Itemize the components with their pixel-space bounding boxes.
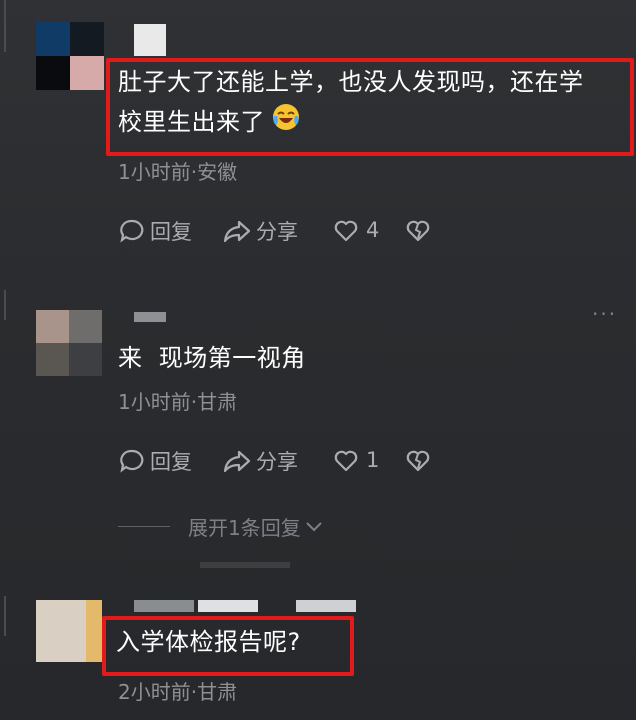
- share-icon: [222, 217, 252, 245]
- comment-bubble-icon: [118, 217, 146, 245]
- comment-text: 来 现场第一视角: [118, 344, 306, 372]
- chevron-down-icon: [305, 515, 323, 539]
- share-label: 分享: [256, 220, 298, 244]
- like-count: 1: [366, 448, 380, 472]
- like-count: 4: [366, 218, 380, 242]
- expand-replies-button[interactable]: 展开1条回复: [118, 512, 323, 541]
- dislike-button[interactable]: [404, 446, 432, 474]
- share-button[interactable]: 分享: [222, 216, 298, 246]
- avatar[interactable]: [36, 600, 102, 662]
- dislike-button[interactable]: [404, 216, 432, 244]
- username-blurred[interactable]: [134, 24, 166, 56]
- thread-indicator-bar: [4, 0, 6, 52]
- avatar[interactable]: [36, 310, 102, 376]
- username-blurred[interactable]: [134, 600, 194, 612]
- reply-label: 回复: [150, 450, 192, 474]
- comment-meta: 1小时前·安徽: [118, 160, 238, 184]
- share-button[interactable]: 分享: [222, 446, 298, 476]
- like-button[interactable]: 1: [332, 446, 379, 474]
- comment-meta: 2小时前·甘肃: [118, 680, 238, 704]
- expand-replies-label: 展开1条回复: [188, 516, 301, 540]
- comment-meta: 1小时前·甘肃: [118, 390, 238, 414]
- more-options-icon[interactable]: ···: [592, 302, 617, 326]
- thread-indicator-bar: [4, 290, 6, 320]
- highlight-box: [102, 616, 354, 676]
- comment-bubble-icon: [118, 447, 146, 475]
- heart-icon: [332, 446, 360, 474]
- username-blurred[interactable]: [198, 600, 258, 612]
- broken-heart-icon: [404, 216, 432, 244]
- reply-button[interactable]: 回复: [118, 216, 192, 246]
- share-icon: [222, 447, 252, 475]
- divider: [118, 526, 170, 527]
- reply-label: 回复: [150, 220, 192, 244]
- like-button[interactable]: 4: [332, 216, 379, 244]
- broken-heart-icon: [404, 446, 432, 474]
- highlight-box: [106, 58, 634, 156]
- reply-button[interactable]: 回复: [118, 446, 192, 476]
- username-blurred[interactable]: [296, 600, 356, 612]
- avatar[interactable]: [36, 22, 104, 90]
- blurred-content: [200, 562, 290, 568]
- heart-icon: [332, 216, 360, 244]
- share-label: 分享: [256, 450, 298, 474]
- username-blurred[interactable]: [134, 312, 166, 322]
- thread-indicator-bar: [4, 596, 6, 636]
